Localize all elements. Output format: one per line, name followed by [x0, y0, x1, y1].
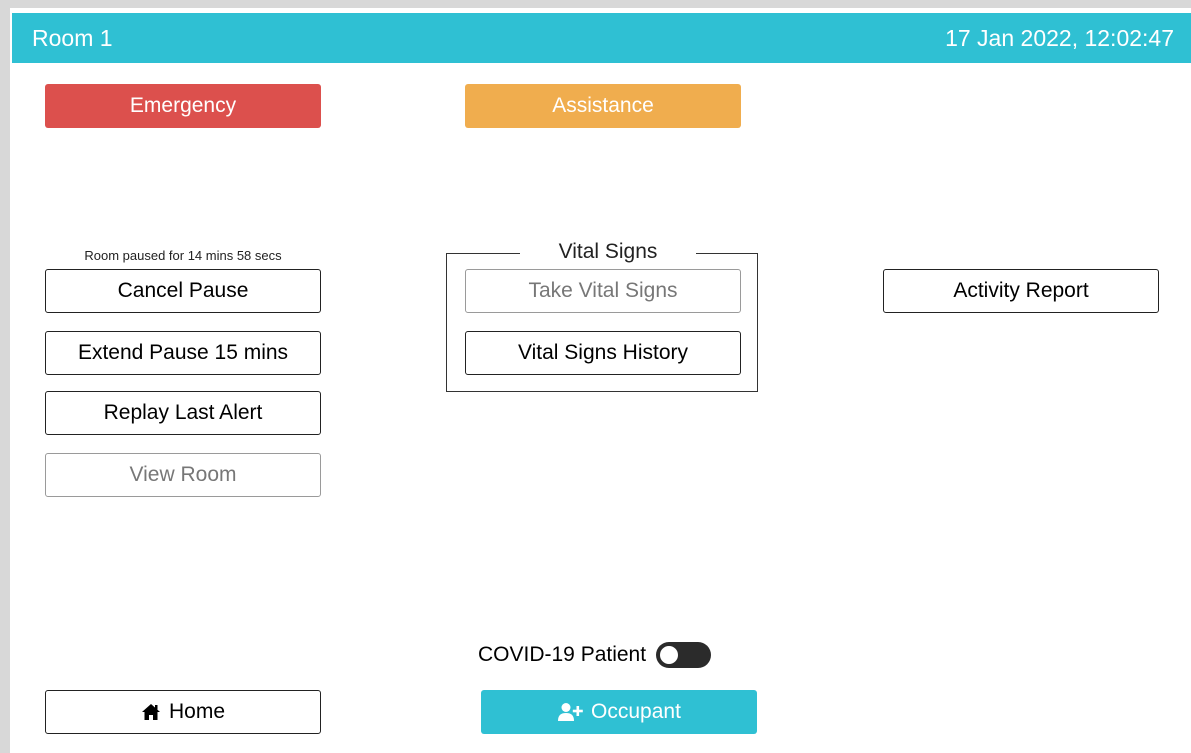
- view-room-button[interactable]: View Room: [45, 453, 321, 497]
- room-title: Room 1: [32, 25, 113, 51]
- window-frame-left: [0, 0, 10, 753]
- vital-signs-history-label: Vital Signs History: [517, 341, 688, 364]
- add-user-icon: [557, 702, 583, 722]
- extend-pause-label: Extend Pause 15 mins: [77, 341, 289, 364]
- covid-toggle-row: COVID-19 Patient: [478, 640, 712, 670]
- occupant-label: Occupant: [591, 700, 681, 723]
- cancel-pause-label: Cancel Pause: [117, 279, 249, 302]
- home-label: Home: [168, 700, 226, 723]
- home-button[interactable]: Home: [45, 690, 321, 734]
- datetime-display: 17 Jan 2022, 12:02:47: [945, 25, 1174, 51]
- add-occupant-button[interactable]: Occupant: [481, 690, 757, 734]
- vital-signs-history-button[interactable]: Vital Signs History: [465, 331, 741, 375]
- emergency-button[interactable]: Emergency: [45, 84, 321, 128]
- cancel-pause-button[interactable]: Cancel Pause: [45, 269, 321, 313]
- replay-last-alert-label: Replay Last Alert: [103, 401, 263, 424]
- assistance-button[interactable]: Assistance: [465, 84, 741, 128]
- home-icon: [141, 703, 161, 721]
- emergency-button-label: Emergency: [129, 94, 237, 117]
- pause-status-text: Room paused for 14 mins 58 secs: [84, 248, 282, 263]
- view-room-label: View Room: [129, 463, 237, 486]
- header-bar: Room 1 17 Jan 2022, 12:02:47: [12, 13, 1191, 63]
- vital-signs-title: Vital Signs: [520, 240, 696, 266]
- extend-pause-button[interactable]: Extend Pause 15 mins: [45, 331, 321, 375]
- take-vital-signs-label: Take Vital Signs: [528, 279, 678, 302]
- toggle-knob: [659, 645, 680, 665]
- window-frame-top: [0, 0, 1191, 8]
- assistance-button-label: Assistance: [552, 94, 654, 117]
- activity-report-label: Activity Report: [953, 279, 1089, 302]
- replay-last-alert-button[interactable]: Replay Last Alert: [45, 391, 321, 435]
- covid-patient-label: COVID-19 Patient: [478, 643, 647, 666]
- activity-report-button[interactable]: Activity Report: [883, 269, 1159, 313]
- take-vital-signs-button[interactable]: Take Vital Signs: [465, 269, 741, 313]
- covid-toggle-switch[interactable]: [656, 642, 712, 668]
